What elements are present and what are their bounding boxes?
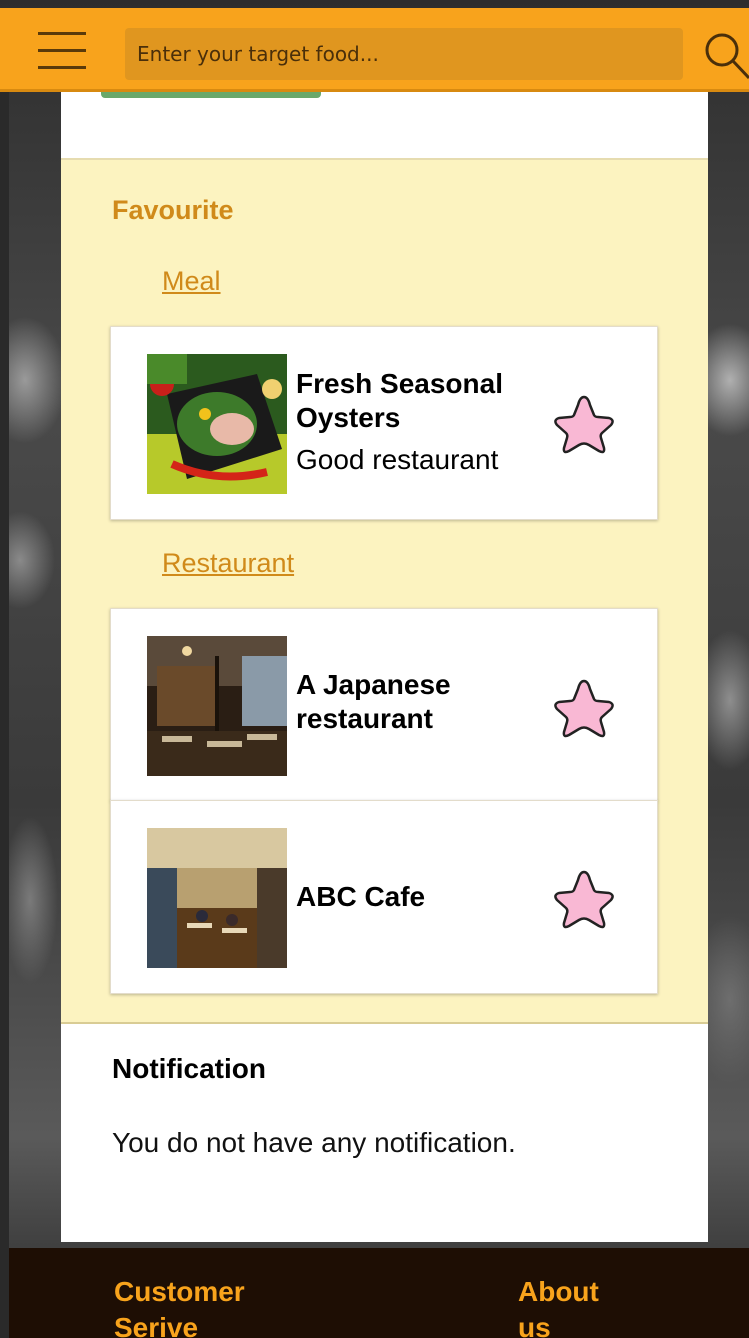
notification-message: You do not have any notification. <box>112 1127 516 1158</box>
restaurant-thumbnail <box>147 636 287 776</box>
favourite-star-icon[interactable] <box>551 393 617 455</box>
notification-title: Notification <box>112 1053 266 1084</box>
favourite-star-icon[interactable] <box>551 677 617 739</box>
favourite-star-icon[interactable] <box>551 868 617 930</box>
green-accent-strip <box>101 92 321 98</box>
meal-link[interactable]: Meal <box>162 266 221 297</box>
search-input[interactable] <box>125 28 683 80</box>
meal-thumbnail <box>147 354 287 494</box>
meal-title: Fresh Seasonal Oysters <box>296 368 503 433</box>
customer-service-link[interactable]: Customer Serive <box>114 1274 294 1338</box>
restaurant-link[interactable]: Restaurant <box>162 548 294 579</box>
restaurant-card[interactable]: A Japanese restaurant <box>110 608 658 801</box>
restaurant-title: A Japanese restaurant <box>296 669 451 734</box>
restaurant-thumbnail <box>147 828 287 968</box>
search-icon[interactable] <box>700 30 749 86</box>
left-edge <box>0 92 9 1338</box>
footer: Customer Serive About us <box>9 1248 749 1338</box>
top-bar <box>0 8 749 92</box>
meal-subtitle: Good restaurant <box>296 444 499 475</box>
menu-icon[interactable] <box>38 28 86 74</box>
about-us-link[interactable]: About us <box>518 1274 628 1338</box>
meal-card[interactable]: Fresh Seasonal Oysters Good restaurant <box>110 326 658 520</box>
restaurant-title: ABC Cafe <box>296 881 426 912</box>
restaurant-card[interactable]: ABC Cafe <box>110 800 658 994</box>
favourite-title: Favourite <box>112 195 234 225</box>
